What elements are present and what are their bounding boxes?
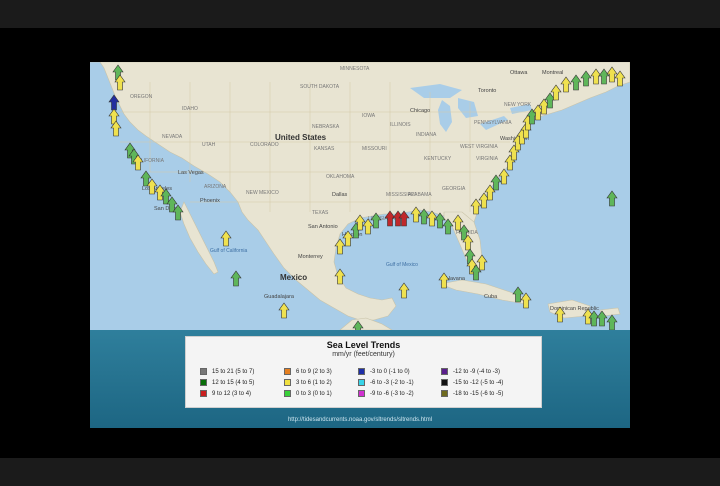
country-label-us: United States — [275, 133, 327, 142]
legend-swatch — [441, 379, 448, 386]
legend-label: 0 to 3 (0 to 1) — [296, 390, 332, 397]
legend-label: 6 to 9 (2 to 3) — [296, 368, 332, 375]
legend-item: -15 to -12 (-5 to -4) — [441, 377, 503, 388]
legend-label: 3 to 6 (1 to 2) — [296, 379, 332, 386]
legend-label: 15 to 21 (5 to 7) — [212, 368, 255, 375]
legend-title: Sea Level Trends — [326, 340, 401, 350]
state-label: INDIANA — [416, 132, 437, 138]
legend-item: -12 to -9 (-4 to -3) — [441, 366, 503, 377]
city-label: Ottawa — [510, 70, 528, 76]
city-label: Las Vegas — [178, 170, 204, 176]
state-label: MISSOURI — [362, 146, 387, 152]
legend-swatch — [441, 368, 448, 375]
legend-swatch — [200, 368, 207, 375]
state-label: IOWA — [362, 113, 376, 119]
legend-swatch — [284, 390, 291, 397]
city-label: Monterrey — [298, 254, 323, 260]
state-label: ILLINOIS — [390, 122, 411, 128]
legend-item: 3 to 6 (1 to 2) — [284, 377, 332, 388]
legend-item: -3 to 0 (-1 to 0) — [358, 366, 414, 377]
legend-item: 9 to 12 (3 to 4) — [200, 388, 254, 399]
state-label: NEVADA — [162, 134, 183, 140]
city-label: Havana — [446, 276, 466, 282]
state-label: OREGON — [130, 94, 153, 100]
state-label: KENTUCKY — [424, 156, 452, 162]
legend-label: 9 to 12 (3 to 4) — [212, 390, 252, 397]
state-label: UTAH — [202, 142, 216, 148]
legend-label: -6 to -3 (-2 to -1) — [370, 379, 414, 386]
legend-label: -3 to 0 (-1 to 0) — [370, 368, 410, 375]
legend-label: -15 to -12 (-5 to -4) — [453, 379, 504, 386]
water-label: Gulf of California — [210, 248, 247, 254]
legend-item: 15 to 21 (5 to 7) — [200, 366, 254, 377]
slide: United States Mexico MINNESOTA SOUTH DAK… — [90, 62, 630, 428]
legend-swatch — [284, 379, 291, 386]
legend-label: 12 to 15 (4 to 5) — [212, 379, 255, 386]
state-label: ARIZONA — [204, 184, 227, 190]
legend-item: 6 to 9 (2 to 3) — [284, 366, 332, 377]
state-label: ALABAMA — [408, 192, 432, 198]
bottom-letterbox-bar — [0, 458, 720, 486]
legend-column: 15 to 21 (5 to 7) 12 to 15 (4 to 5) 9 to… — [200, 366, 254, 399]
sea-level-map[interactable]: United States Mexico MINNESOTA SOUTH DAK… — [90, 62, 630, 330]
legend-item: -18 to -15 (-6 to -5) — [441, 388, 503, 399]
country-label-mexico: Mexico — [280, 273, 307, 282]
legend-column: 6 to 9 (2 to 3) 3 to 6 (1 to 2) 0 to 3 (… — [284, 366, 332, 399]
state-label: COLORADO — [250, 142, 279, 148]
state-label: MINNESOTA — [340, 66, 370, 72]
legend-swatch — [358, 379, 365, 386]
legend-label: -18 to -15 (-6 to -5) — [453, 390, 504, 397]
state-label: WEST VIRGINIA — [460, 144, 498, 150]
state-label: NEW YORK — [504, 102, 532, 108]
legend-subtitle: mm/yr (feet/century) — [332, 351, 395, 358]
legend-column: -3 to 0 (-1 to 0) -6 to -3 (-2 to -1) -9… — [358, 366, 414, 399]
state-label: NEW MEXICO — [246, 190, 279, 196]
state-label: NEBRASKA — [312, 124, 340, 130]
city-label: San Antonio — [308, 224, 338, 230]
state-label: OKLAHOMA — [326, 174, 355, 180]
state-label: IDAHO — [182, 106, 198, 112]
legend-label: -12 to -9 (-4 to -3) — [453, 368, 501, 375]
state-label: PENNSYLVANIA — [474, 120, 512, 126]
footer-band: Sea Level Trends mm/yr (feet/century) 15… — [90, 330, 630, 428]
state-label: TEXAS — [312, 210, 329, 216]
legend-swatch — [284, 368, 291, 375]
source-url[interactable]: http://tidesandcurrents.noaa.gov/sltrend… — [90, 417, 630, 423]
state-label: VIRGINIA — [476, 156, 499, 162]
legend-swatch — [358, 390, 365, 397]
water-label: Gulf of Mexico — [386, 262, 418, 268]
legend-swatch — [358, 368, 365, 375]
top-letterbox-bar — [0, 0, 720, 28]
legend-swatch — [441, 390, 448, 397]
city-label: Phoenix — [200, 198, 220, 204]
city-label: Guadalajara — [264, 294, 295, 300]
state-label: GEORGIA — [442, 186, 466, 192]
city-label: Chicago — [410, 108, 430, 114]
legend-swatch — [200, 379, 207, 386]
legend-label: -9 to -6 (-3 to -2) — [370, 390, 414, 397]
legend-swatch — [200, 390, 207, 397]
city-label: Toronto — [478, 88, 496, 94]
state-label: SOUTH DAKOTA — [300, 84, 340, 90]
legend-item: -9 to -6 (-3 to -2) — [358, 388, 414, 399]
city-label: Dallas — [332, 192, 348, 198]
state-label: KANSAS — [314, 146, 335, 152]
legend-item: 12 to 15 (4 to 5) — [200, 377, 254, 388]
island-label: Cuba — [484, 294, 498, 300]
city-label: Montreal — [542, 70, 563, 76]
legend-item: -6 to -3 (-2 to -1) — [358, 377, 414, 388]
legend-item: 0 to 3 (0 to 1) — [284, 388, 332, 399]
legend-column: -12 to -9 (-4 to -3) -15 to -12 (-5 to -… — [441, 366, 503, 399]
legend-panel: Sea Level Trends mm/yr (feet/century) 15… — [185, 336, 542, 408]
